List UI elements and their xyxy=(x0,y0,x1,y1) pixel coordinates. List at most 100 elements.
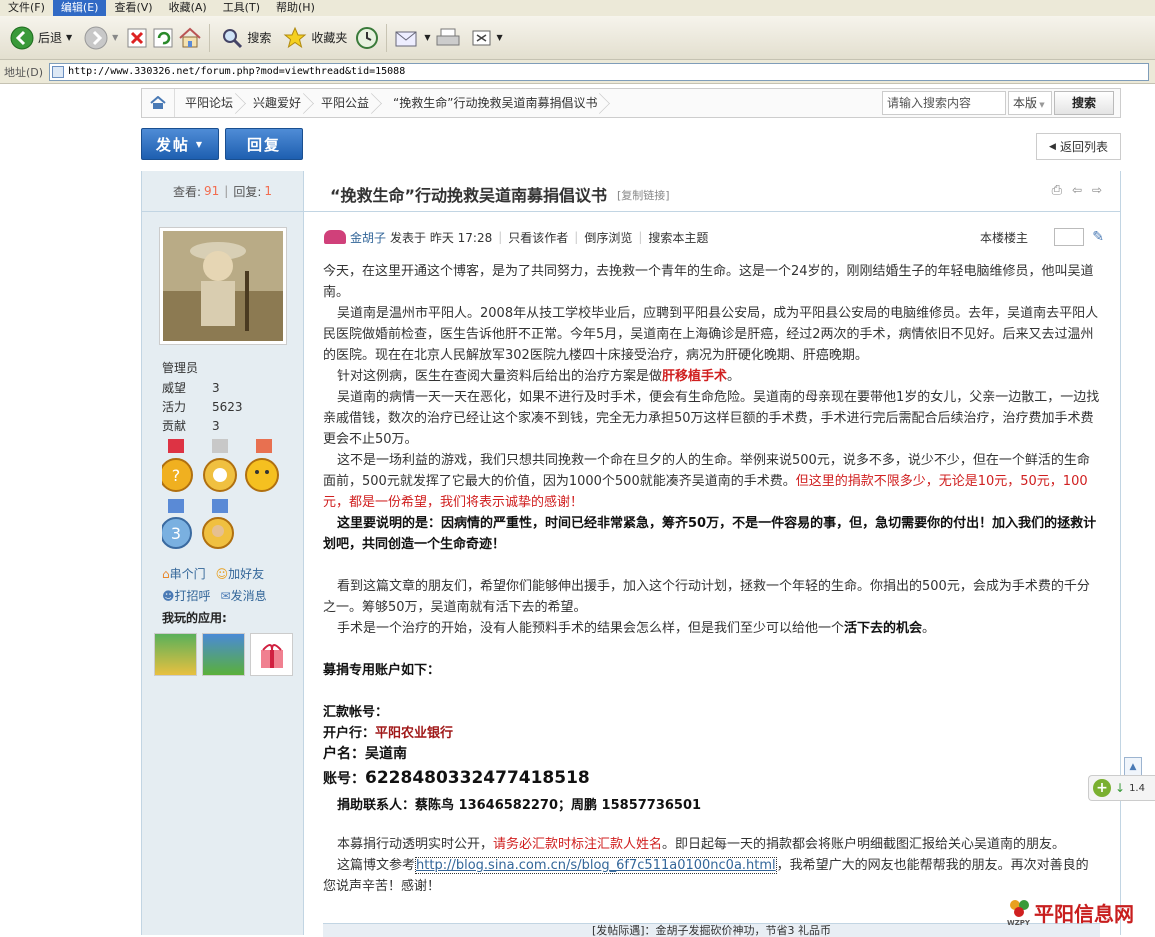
search-button[interactable]: 搜索 xyxy=(217,21,275,55)
friend-icon: ☺ xyxy=(215,567,229,581)
new-post-label: 发帖 xyxy=(155,135,190,154)
breadcrumb-current: “挽救生命”行动挽救吴道南募捐倡议书 xyxy=(379,89,607,117)
mail-icon[interactable] xyxy=(394,27,420,49)
search-topic-link[interactable]: 搜索本主题 xyxy=(648,229,708,246)
forward-button[interactable]: ▼ xyxy=(80,21,122,55)
menu-help[interactable]: 帮助(H) xyxy=(268,0,323,16)
zoom-in-icon[interactable]: + xyxy=(1093,779,1111,797)
chevron-down-icon[interactable]: ▼ xyxy=(66,33,72,42)
copy-link[interactable]: [复制链接] xyxy=(617,187,670,203)
menu-bar: 文件(F) 编辑(E) 查看(V) 收藏(A) 工具(T) 帮助(H) xyxy=(0,0,1155,16)
menu-tools[interactable]: 工具(T) xyxy=(215,0,268,16)
chevron-down-icon[interactable]: ▼ xyxy=(424,33,430,42)
back-arrow-icon xyxy=(10,26,34,50)
back-to-list-button[interactable]: ◀ 返回列表 xyxy=(1036,133,1121,160)
address-input[interactable]: http://www.330326.net/forum.php?mod=view… xyxy=(49,62,1150,81)
visit-link[interactable]: ⌂串个门 xyxy=(162,563,206,585)
search-scope-select[interactable]: 本版 ▼ xyxy=(1008,91,1052,115)
breadcrumb-item[interactable]: 平阳论坛 xyxy=(175,89,243,117)
back-button[interactable]: 后退 ▼ xyxy=(6,21,76,55)
print-icon[interactable] xyxy=(435,27,461,49)
caret-left-icon: ◀ xyxy=(1049,141,1056,152)
search-submit-button[interactable]: 搜索 xyxy=(1054,91,1114,115)
post-content-area: “挽救生命”行动挽救吴道南募捐倡议书 [复制链接] ⎙ ⇦ ⇨ 金胡子 发表于 … xyxy=(303,171,1121,937)
app-icon[interactable] xyxy=(154,633,197,676)
edit-icon[interactable] xyxy=(471,28,493,48)
views-count: 91 xyxy=(204,184,220,198)
medal-icon[interactable]: ? xyxy=(159,439,193,492)
download-arrow-icon[interactable]: ↓ xyxy=(1115,781,1125,795)
home-icon[interactable] xyxy=(142,89,175,117)
paragraph: 今天，在这里开通这个博客，是为了共同努力，去挽救一个青年的生命。这是一个24岁的… xyxy=(323,264,1094,300)
home-icon[interactable] xyxy=(178,27,202,49)
menu-file[interactable]: 文件(F) xyxy=(0,0,53,16)
wrench-icon[interactable]: ✎ xyxy=(1092,229,1104,245)
breadcrumb: 平阳论坛 兴趣爱好 平阳公益 “挽救生命”行动挽救吴道南募捐倡议书 请输入搜索内… xyxy=(141,88,1121,118)
chevron-down-icon[interactable]: ▼ xyxy=(497,33,503,42)
menu-view[interactable]: 查看(V) xyxy=(106,0,160,16)
new-post-button[interactable]: 发帖 ▼ xyxy=(141,128,219,160)
address-label: 地址(D) xyxy=(4,65,44,79)
scroll-top-button[interactable]: ▲ xyxy=(1124,757,1142,777)
refresh-icon[interactable] xyxy=(152,27,174,49)
medal-icon[interactable] xyxy=(202,499,234,549)
zoom-widget: + ↓ 1.4 xyxy=(1088,775,1155,801)
breadcrumb-item[interactable]: 兴趣爱好 xyxy=(243,89,311,117)
reply-button[interactable]: 回复 xyxy=(225,128,303,160)
browser-toolbar: 后退 ▼ ▼ 搜索 收藏夹 ▼ ▼ xyxy=(0,16,1155,60)
logo-text: 平阳信息网 xyxy=(1034,901,1134,926)
field-value: 3 xyxy=(212,419,220,433)
author-name[interactable]: 金胡子 xyxy=(350,229,386,246)
next-thread-icon[interactable]: ⇨ xyxy=(1092,183,1102,197)
field-activity: 活力 5623 xyxy=(162,398,243,417)
add-friend-link[interactable]: ☺加好友 xyxy=(216,563,265,585)
greet-link[interactable]: ☻打招呼 xyxy=(162,585,211,607)
chevron-down-icon: ▼ xyxy=(195,139,205,149)
house-icon: ⌂ xyxy=(162,567,170,581)
apps-title: 我玩的应用: xyxy=(162,611,227,625)
star-icon xyxy=(283,26,307,50)
notice-text: [发帖际遇]：金胡子发掘砍价神功，节省3 礼品币 xyxy=(591,924,832,937)
print-icon[interactable]: ⎙ xyxy=(1052,183,1062,198)
breadcrumb-item[interactable]: 平阳公益 xyxy=(311,89,379,117)
medal-icon[interactable] xyxy=(245,439,279,492)
author-role: 管理员 xyxy=(162,361,199,375)
reference-link[interactable]: http://blog.sina.com.cn/s/blog_6f7c511a0… xyxy=(415,857,777,874)
contact-line: 捐助联系人：蔡陈鸟 13646582270；周鹏 15857736501 xyxy=(337,798,702,813)
stat-divider: | xyxy=(224,184,229,198)
highlight-text: 肝移植手术 xyxy=(662,369,728,384)
paragraph: 看到这篇文章的朋友们，希望你们能够伸出援手，加入这个行动计划，拯救一个年轻的生命… xyxy=(323,579,1090,615)
paragraph: 这里要说明的是：因病情的严重性，时间已经非常紧急，筹齐50万，不是一件容易的事，… xyxy=(323,516,1097,552)
medal-icon[interactable] xyxy=(203,439,237,492)
prev-thread-icon[interactable]: ⇦ xyxy=(1072,183,1082,197)
menu-edit[interactable]: 编辑(E) xyxy=(52,0,107,16)
avatar-image xyxy=(163,231,283,341)
history-icon[interactable] xyxy=(355,26,379,50)
address-bar: 地址(D) http://www.330326.net/forum.php?mo… xyxy=(0,60,1155,84)
site-watermark: WZPY 平阳信息网 xyxy=(1006,893,1155,931)
stop-icon[interactable] xyxy=(126,27,148,49)
envelope-icon: ✉ xyxy=(220,589,231,603)
search-input[interactable]: 请输入搜索内容 xyxy=(882,91,1006,115)
text-span: 这篇博文参考 xyxy=(337,858,416,873)
avatar[interactable] xyxy=(159,227,287,345)
message-link[interactable]: ✉发消息 xyxy=(221,585,267,607)
text-span: 。即日起每一天的捐款都会将账户明细截图汇报给关心吴道南的朋友。 xyxy=(662,837,1066,852)
reverse-order-link[interactable]: 倒序浏览 xyxy=(584,229,632,246)
field-contribution: 贡献 3 xyxy=(162,417,243,436)
author-fields: 威望 3 活力 5623 贡献 3 xyxy=(162,379,243,436)
only-author-link[interactable]: 只看该作者 xyxy=(508,229,568,246)
views-label: 查看: xyxy=(172,184,202,199)
app-icon[interactable] xyxy=(250,633,293,676)
chevron-down-icon[interactable]: ▼ xyxy=(112,33,118,42)
favorites-button[interactable]: 收藏夹 xyxy=(279,21,351,55)
menu-favorites[interactable]: 收藏(A) xyxy=(161,0,215,16)
logo-icon: WZPY xyxy=(1006,895,1034,929)
greet-label: 打招呼 xyxy=(174,589,211,603)
back-label: 后退 xyxy=(38,31,63,45)
app-icon[interactable] xyxy=(202,633,245,676)
floor-jump-input[interactable] xyxy=(1054,228,1084,246)
medal-icon[interactable]: 3 xyxy=(160,499,192,549)
